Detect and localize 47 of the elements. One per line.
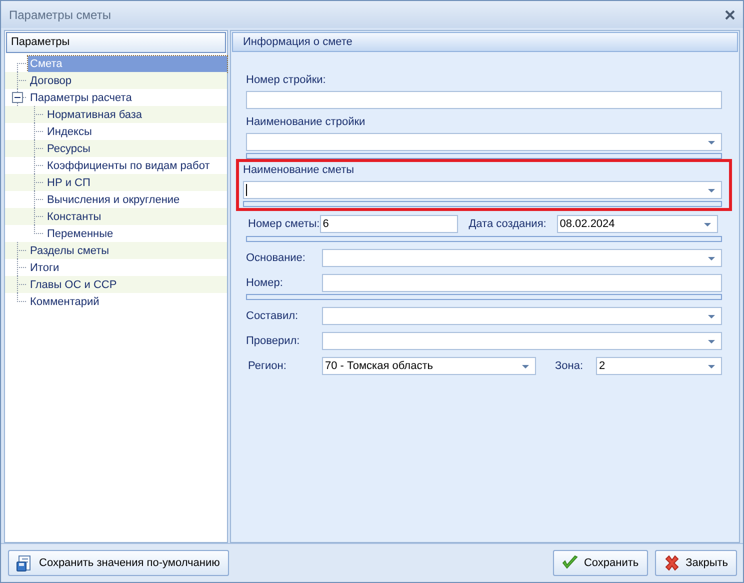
tree-item[interactable]: Параметры расчета (28, 90, 134, 106)
input-field[interactable] (322, 274, 722, 292)
dropdown-icon (707, 314, 716, 318)
combo-box[interactable] (243, 181, 722, 199)
collapse-icon[interactable] (12, 92, 23, 103)
input-field[interactable] (246, 91, 722, 109)
combo-box[interactable] (322, 249, 722, 267)
save-defaults-button[interactable]: Сохранить значения по-умолчанию (8, 550, 229, 576)
field-label: Наименование стройки (246, 116, 366, 130)
field-label: Проверил: (246, 335, 301, 347)
dropdown-icon (702, 222, 712, 226)
tree-item[interactable]: Коэффициенты по видам работ (45, 158, 212, 174)
combo-box[interactable]: 70 - Томская область (322, 357, 536, 375)
field-label: Номер сметы: (248, 218, 320, 230)
tree-item[interactable]: Индексы (45, 124, 94, 140)
dropdown-icon (707, 364, 716, 368)
field-label: Наименование сметы (243, 164, 356, 178)
combo-box[interactable] (246, 133, 722, 151)
tree-item[interactable]: Комментарий (28, 294, 102, 310)
field-label: Основание: (246, 252, 306, 264)
tree-item[interactable]: Итоги (28, 260, 62, 276)
combo-box[interactable] (322, 332, 722, 350)
dropdown-icon (707, 140, 716, 144)
close-button[interactable]: Закрыть (654, 550, 737, 576)
dropdown-icon (707, 338, 716, 344)
field-label: Дата создания: (468, 218, 548, 230)
close-icon (662, 554, 681, 572)
save-button[interactable]: Сохранить (552, 550, 648, 576)
panel-header: Информация о смете (232, 32, 738, 52)
combo-box[interactable] (322, 307, 722, 325)
tree-header: Параметры (6, 32, 226, 53)
tree-item[interactable]: Переменные (45, 226, 116, 242)
field-label: Зона: (555, 360, 584, 372)
window-title: Параметры сметы (9, 8, 112, 22)
dropdown-icon (707, 188, 716, 192)
field-label: Составил: (246, 310, 300, 322)
field-label: Регион: (248, 360, 288, 372)
combo-box[interactable]: 2 (596, 357, 722, 375)
tree-item[interactable]: Вычисления и округление (45, 192, 182, 208)
tree-item[interactable]: Договор (28, 72, 74, 88)
close-icon[interactable] (725, 10, 735, 20)
combo-box[interactable]: 08.02.2024 (556, 215, 718, 233)
field-label: Номер стройки: (246, 74, 327, 88)
dropdown-icon (521, 364, 530, 368)
field-label: Номер: (246, 277, 284, 289)
dropdown-icon (707, 256, 716, 260)
input-field[interactable]: 6 (320, 215, 458, 233)
